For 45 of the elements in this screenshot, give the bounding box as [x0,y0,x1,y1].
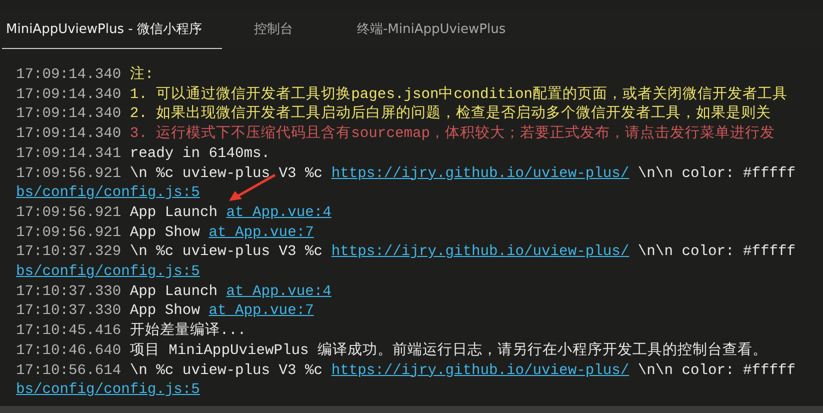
log-message: ready in 6140ms. [130,144,270,164]
source-link[interactable]: https://ijry.github.io/uview-plus/ [331,243,630,264]
log-message: \n %c uview-plus V3 %c [130,164,323,184]
log-message: \n\n color: #fffff [638,164,796,184]
log-message: 1. 可以通过微信开发者工具切换pages.json中condition配置的页面，或者关闭微信开发者工具 [130,86,788,104]
log-timestamp: 17:09:14.340 [16,125,122,144]
log-message: App Launch [130,204,218,223]
log-timestamp: 17:09:56.921 [16,204,122,223]
log-message: \n %c uview-plus V3 %c [130,362,323,381]
log-timestamp: 17:09:14.340 [16,105,122,124]
log-message: 3. 运行模式下不压缩代码且含有sourcemap，体积较大；若要正式发布，请点击发行菜单进行发 [130,125,775,144]
log-timestamp: 17:09:14.341 [16,144,122,164]
log-message: 项目 MiniAppUviewPlus 编译成功。前端运行日志，请另行在小程序开发工具的控制台查看。 [130,342,768,361]
source-link[interactable]: at App.vue:7 [208,302,314,322]
tab[interactable]: 控制台 [250,20,293,49]
log-timestamp: 17:10:45.416 [16,322,122,342]
tab[interactable]: 终端-MiniAppUviewPlus [352,20,506,49]
log-message: 2. 如果出现微信开发者工具启动后白屏的问题，检查是否启动多个微信开发者工具，如果是则关 [130,105,772,124]
log-message: \n\n color: #fffff [638,362,796,381]
log-message: App Show [130,302,200,322]
log-timestamp: 17:10:46.640 [16,342,122,361]
source-link[interactable]: at App.vue:4 [226,282,332,302]
source-link[interactable]: https://ijry.github.io/uview-plus/ [331,164,630,184]
source-link[interactable]: https://ijry.github.io/uview-plus/ [331,362,630,382]
log-message: App Show [130,224,200,243]
source-link[interactable]: at App.vue:4 [226,204,332,224]
log-message: 注: [130,66,154,85]
log-timestamp: 17:09:56.921 [16,164,122,184]
log-message: 开始差量编译... [130,322,246,342]
log-timestamp: 17:09:14.340 [16,66,122,85]
scrollbar[interactable] [0,406,823,413]
source-link[interactable]: bs/config/config.js:5 [16,381,200,401]
log-timestamp: 17:09:14.340 [16,86,122,105]
log-message: \n\n color: #fffff [638,243,796,262]
log-timestamp: 17:09:56.921 [16,224,122,243]
tab[interactable]: MiniAppUviewPlus - 微信小程序 [2,20,222,49]
log-timestamp: 17:10:37.330 [16,302,122,322]
log-timestamp: 17:10:37.330 [16,282,122,302]
source-link[interactable]: bs/config/config.js:5 [16,184,200,204]
log-timestamp: 17:10:37.329 [16,243,122,262]
log-message: \n %c uview-plus V3 %c [130,243,323,262]
source-link[interactable]: at App.vue:7 [208,224,314,244]
log-timestamp: 17:10:56.614 [16,362,122,381]
log-message: App Launch [130,282,218,302]
source-link[interactable]: bs/config/config.js:5 [16,263,200,283]
